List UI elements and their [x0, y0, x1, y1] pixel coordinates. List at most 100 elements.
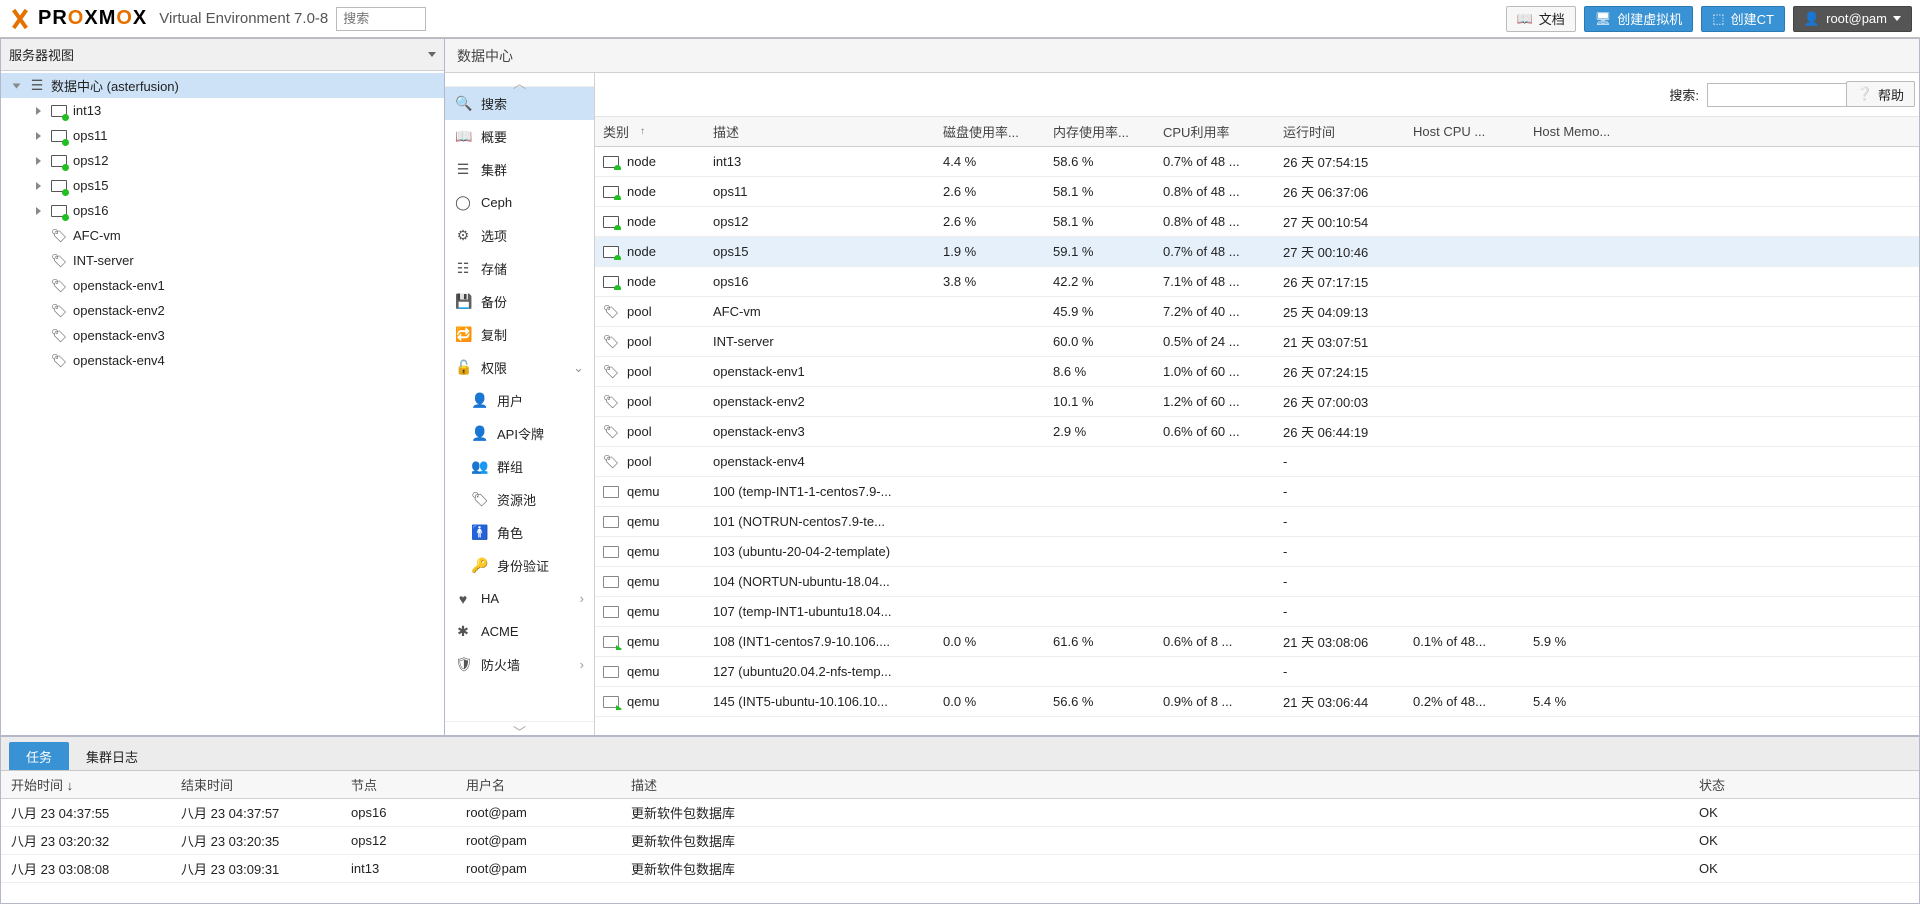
col-label: 类别	[603, 122, 629, 141]
col-end[interactable]: 结束时间	[171, 775, 341, 794]
tree-node-int13[interactable]: int13	[1, 98, 444, 123]
task-row[interactable]: 八月 23 04:37:55 八月 23 04:37:57 ops16 root…	[1, 799, 1919, 827]
grid-row[interactable]: qemu 104 (NORTUN-ubuntu-18.04... -	[595, 567, 1919, 597]
menu-acme[interactable]: ✱ACME	[445, 615, 594, 648]
task-row[interactable]: 八月 23 03:20:32 八月 23 03:20:35 ops12 root…	[1, 827, 1919, 855]
tree-label: openstack-env4	[73, 353, 165, 368]
tab-cluster-log[interactable]: 集群日志	[69, 742, 155, 770]
cell-end: 八月 23 03:20:35	[171, 831, 341, 850]
cell-mem: 42.2 %	[1045, 274, 1155, 289]
menu-pools[interactable]: 🏷资源池	[445, 483, 594, 516]
col-start[interactable]: 开始时间 ↓	[1, 775, 171, 794]
user-menu-button[interactable]: 👤 root@pam	[1793, 6, 1912, 32]
tree-pool-INT-server[interactable]: INT-server	[1, 248, 444, 273]
menu-ha[interactable]: ♥HA›	[445, 582, 594, 615]
grid-row[interactable]: pool openstack-env4 -	[595, 447, 1919, 477]
grid-row[interactable]: node ops12 2.6 % 58.1 % 0.8% of 48 ... 2…	[595, 207, 1919, 237]
grid-row[interactable]: pool openstack-env1 8.6 % 1.0% of 60 ...…	[595, 357, 1919, 387]
col-type[interactable]: 类别↑	[595, 122, 705, 141]
grid-row[interactable]: qemu 107 (temp-INT1-ubuntu18.04... -	[595, 597, 1919, 627]
col-desc[interactable]: 描述	[621, 775, 1689, 794]
expander-icon[interactable]	[33, 105, 45, 117]
grid-row[interactable]: node ops11 2.6 % 58.1 % 0.8% of 48 ... 2…	[595, 177, 1919, 207]
tree-datacenter[interactable]: 数据中心 (asterfusion)	[1, 73, 444, 98]
grid-row[interactable]: node ops15 1.9 % 59.1 % 0.7% of 48 ... 2…	[595, 237, 1919, 267]
grid-row[interactable]: node ops16 3.8 % 42.2 % 7.1% of 48 ... 2…	[595, 267, 1919, 297]
cell-type: pool	[627, 424, 652, 439]
tree-node-ops11[interactable]: ops11	[1, 123, 444, 148]
menu-users[interactable]: 👤用户	[445, 384, 594, 417]
task-row[interactable]: 八月 23 03:08:08 八月 23 03:09:31 int13 root…	[1, 855, 1919, 883]
menu-auth[interactable]: 🔑身份验证	[445, 549, 594, 582]
menu-ceph[interactable]: ◯Ceph	[445, 186, 594, 219]
grid-row[interactable]: pool openstack-env3 2.9 % 0.6% of 60 ...…	[595, 417, 1919, 447]
col-mem[interactable]: 内存使用率...	[1045, 122, 1155, 141]
user-label: root@pam	[1826, 11, 1887, 26]
menu-replication[interactable]: 🔁复制	[445, 318, 594, 351]
col-cpu[interactable]: CPU利用率	[1155, 122, 1275, 141]
pool-icon	[51, 353, 67, 369]
grid-row[interactable]: qemu 127 (ubuntu20.04.2-nfs-temp... -	[595, 657, 1919, 687]
menu-cluster[interactable]: ☰集群	[445, 153, 594, 186]
global-search[interactable]	[336, 7, 426, 31]
menu-options[interactable]: ⚙选项	[445, 219, 594, 252]
grid-row[interactable]: qemu 108 (INT1-centos7.9-10.106.... 0.0 …	[595, 627, 1919, 657]
expander-icon[interactable]	[33, 180, 45, 192]
tree-node-ops15[interactable]: ops15	[1, 173, 444, 198]
cell-mem: 10.1 %	[1045, 394, 1155, 409]
grid-row[interactable]: qemu 145 (INT5-ubuntu-10.106.10... 0.0 %…	[595, 687, 1919, 717]
cell-mem: 58.1 %	[1045, 184, 1155, 199]
cell-user: root@pam	[456, 861, 621, 876]
tree-pool-openstack-env1[interactable]: openstack-env1	[1, 273, 444, 298]
menu-roles[interactable]: 🚹角色	[445, 516, 594, 549]
col-desc[interactable]: 描述	[705, 122, 935, 141]
grid-row[interactable]: qemu 101 (NOTRUN-centos7.9-te... -	[595, 507, 1919, 537]
menu-summary[interactable]: 📖概要	[445, 120, 594, 153]
expander-icon[interactable]	[11, 80, 23, 92]
grid-row[interactable]: pool INT-server 60.0 % 0.5% of 24 ... 21…	[595, 327, 1919, 357]
menu-backup[interactable]: 💾备份	[445, 285, 594, 318]
menu-label: HA	[481, 591, 499, 606]
col-status[interactable]: 状态	[1689, 775, 1919, 794]
grid-row[interactable]: qemu 100 (temp-INT1-1-centos7.9-... -	[595, 477, 1919, 507]
collapse-down-icon[interactable]: ﹀	[445, 721, 594, 735]
tree-pool-openstack-env3[interactable]: openstack-env3	[1, 323, 444, 348]
tree-pool-openstack-env2[interactable]: openstack-env2	[1, 298, 444, 323]
create-ct-button[interactable]: ⬚ 创建CT	[1701, 6, 1785, 32]
col-hostmem[interactable]: Host Memo...	[1525, 124, 1635, 139]
help-button[interactable]: ❔ 帮助	[1846, 81, 1915, 107]
col-node[interactable]: 节点	[341, 775, 456, 794]
search-icon: 🔍	[455, 95, 471, 112]
user-icon: 👤	[471, 392, 487, 409]
key-icon: 🔑	[471, 557, 487, 574]
global-search-input[interactable]	[336, 7, 426, 31]
menu-permissions[interactable]: 🔓权限⌄	[445, 351, 594, 384]
tree-pool-openstack-env4[interactable]: openstack-env4	[1, 348, 444, 373]
col-disk[interactable]: 磁盘使用率...	[935, 122, 1045, 141]
docs-button[interactable]: 📖 文档	[1506, 6, 1576, 32]
tree-node-ops16[interactable]: ops16	[1, 198, 444, 223]
grid-body[interactable]: node int13 4.4 % 58.6 % 0.7% of 48 ... 2…	[595, 147, 1919, 735]
menu-firewall[interactable]: 🛡防火墙›	[445, 648, 594, 681]
expander-icon[interactable]	[33, 155, 45, 167]
grid-row[interactable]: pool openstack-env2 10.1 % 1.2% of 60 ..…	[595, 387, 1919, 417]
expander-icon[interactable]	[33, 205, 45, 217]
grid-row[interactable]: qemu 103 (ubuntu-20-04-2-template) -	[595, 537, 1919, 567]
col-hostcpu[interactable]: Host CPU ...	[1405, 124, 1525, 139]
grid-row[interactable]: node int13 4.4 % 58.6 % 0.7% of 48 ... 2…	[595, 147, 1919, 177]
col-uptime[interactable]: 运行时间	[1275, 122, 1405, 141]
menu-storage[interactable]: ☷存储	[445, 252, 594, 285]
collapse-up-icon[interactable]: ︿	[445, 73, 594, 87]
col-user[interactable]: 用户名	[456, 775, 621, 794]
create-vm-button[interactable]: 🖥 创建虚拟机	[1584, 6, 1694, 32]
menu-api-tokens[interactable]: 👤API令牌	[445, 417, 594, 450]
tree-node-ops12[interactable]: ops12	[1, 148, 444, 173]
menu-groups[interactable]: 👥群组	[445, 450, 594, 483]
grid-row[interactable]: pool AFC-vm 45.9 % 7.2% of 40 ... 25 天 0…	[595, 297, 1919, 327]
expander-icon[interactable]	[33, 130, 45, 142]
menu-search[interactable]: 🔍搜索	[445, 87, 594, 120]
view-selector[interactable]: 服务器视图	[1, 39, 444, 71]
tree-pool-AFC-vm[interactable]: AFC-vm	[1, 223, 444, 248]
tasks-body[interactable]: 八月 23 04:37:55 八月 23 04:37:57 ops16 root…	[1, 799, 1919, 903]
tab-tasks[interactable]: 任务	[9, 742, 69, 770]
